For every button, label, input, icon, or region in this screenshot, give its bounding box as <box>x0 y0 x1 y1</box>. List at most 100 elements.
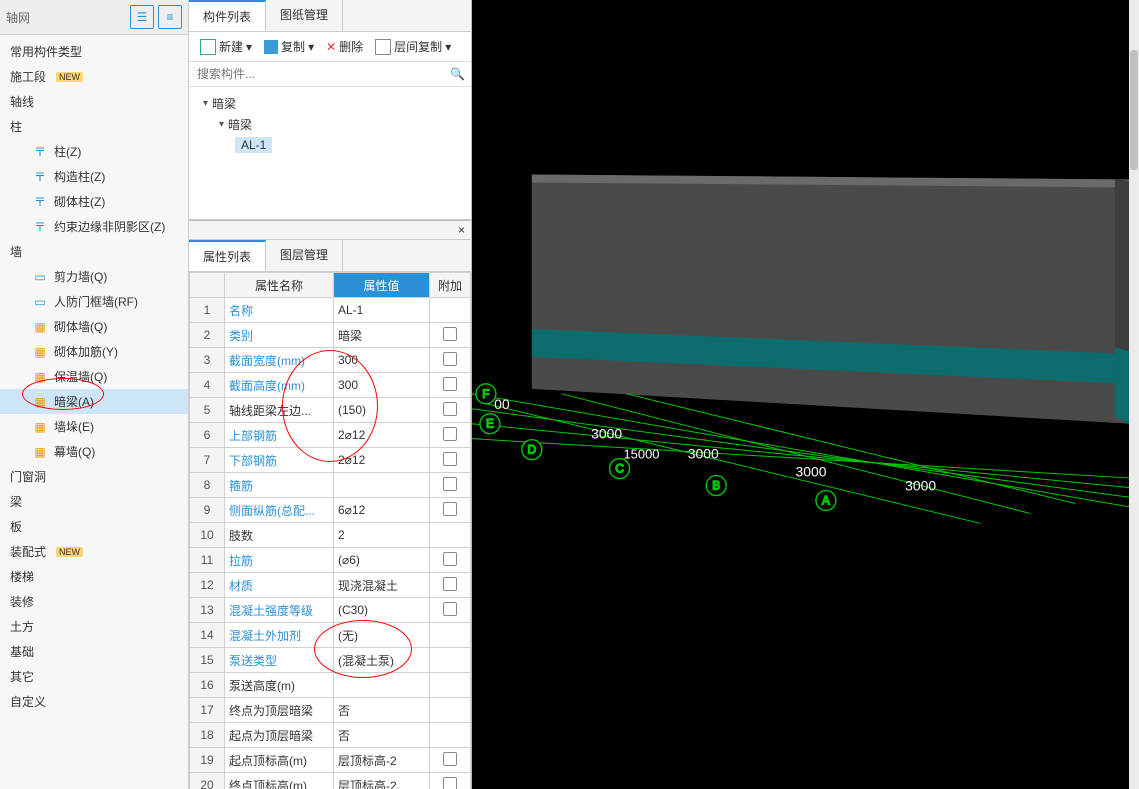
property-value[interactable]: 6⌀12 <box>334 498 430 523</box>
nav-item[interactable]: ▦墙垛(E) <box>0 414 188 439</box>
property-name[interactable]: 箍筋 <box>225 473 334 498</box>
property-value[interactable]: 否 <box>334 698 430 723</box>
property-name[interactable]: 终点为顶层暗梁 <box>225 698 334 723</box>
property-value[interactable]: (无) <box>334 623 430 648</box>
3d-viewport[interactable]: A B C D E F 3000 3000 3000 3000 15000 00 <box>472 0 1139 789</box>
nav-item[interactable]: 柱 <box>0 114 188 139</box>
svg-text:3000: 3000 <box>795 464 826 480</box>
property-value[interactable]: 2⌀12 <box>334 448 430 473</box>
property-name[interactable]: 起点顶标高(m) <box>225 748 334 773</box>
nav-item[interactable]: 轴线 <box>0 89 188 114</box>
nav-item[interactable]: 门窗洞 <box>0 464 188 489</box>
tree-view-icon[interactable]: ≡ <box>158 5 182 29</box>
checkbox[interactable] <box>443 602 457 616</box>
property-name[interactable]: 泵送类型 <box>225 648 334 673</box>
nav-item[interactable]: 施工段NEW <box>0 64 188 89</box>
nav-item[interactable]: 基础 <box>0 639 188 664</box>
property-name[interactable]: 混凝土外加剂 <box>225 623 334 648</box>
checkbox[interactable] <box>443 477 457 491</box>
property-name[interactable]: 名称 <box>225 298 334 323</box>
tree-leaf-selected[interactable]: AL-1 <box>235 137 272 153</box>
checkbox[interactable] <box>443 777 457 789</box>
property-value[interactable]: 现浇混凝土 <box>334 573 430 598</box>
property-name[interactable]: 肢数 <box>225 523 334 548</box>
property-name[interactable]: 混凝土强度等级 <box>225 598 334 623</box>
viewport-scrollbar[interactable] <box>1129 0 1139 789</box>
property-name[interactable]: 下部钢筋 <box>225 448 334 473</box>
tab-layer-mgmt[interactable]: 图层管理 <box>266 240 343 271</box>
close-icon[interactable]: × <box>452 221 471 239</box>
nav-item[interactable]: ▦砌体加筋(Y) <box>0 339 188 364</box>
property-value[interactable]: 2⌀12 <box>334 423 430 448</box>
property-value[interactable]: (⌀6) <box>334 548 430 573</box>
property-name[interactable]: 起点为顶层暗梁 <box>225 723 334 748</box>
search-icon[interactable]: 🔍 <box>450 67 465 81</box>
property-name[interactable]: 拉筋 <box>225 548 334 573</box>
checkbox[interactable] <box>443 552 457 566</box>
nav-item[interactable]: 装修 <box>0 589 188 614</box>
property-value[interactable]: AL-1 <box>334 298 430 323</box>
checkbox[interactable] <box>443 352 457 366</box>
property-value[interactable]: (混凝土泵) <box>334 648 430 673</box>
property-value[interactable]: 300 <box>334 348 430 373</box>
nav-item[interactable]: ▦砌体墙(Q) <box>0 314 188 339</box>
nav-item[interactable]: 楼梯 <box>0 564 188 589</box>
property-value[interactable]: 否 <box>334 723 430 748</box>
tab-properties[interactable]: 属性列表 <box>189 240 266 271</box>
nav-item[interactable]: 土方 <box>0 614 188 639</box>
property-name[interactable]: 材质 <box>225 573 334 598</box>
checkbox[interactable] <box>443 327 457 341</box>
property-name[interactable]: 截面宽度(mm) <box>225 348 334 373</box>
delete-button[interactable]: ✕删除 <box>321 36 368 57</box>
property-value[interactable]: (C30) <box>334 598 430 623</box>
tab-component-list[interactable]: 构件列表 <box>189 0 266 31</box>
property-value[interactable]: 层顶标高-2 <box>334 773 430 789</box>
property-value[interactable] <box>334 473 430 498</box>
nav-item[interactable]: ▭剪力墙(Q) <box>0 264 188 289</box>
new-button[interactable]: 新建 ▾ <box>195 36 257 57</box>
tree-group[interactable]: ▾暗梁 <box>203 114 471 135</box>
or-icon: ▦ <box>32 419 48 435</box>
nav-item[interactable]: 自定义 <box>0 689 188 714</box>
nav-item[interactable]: 墙 <box>0 239 188 264</box>
checkbox[interactable] <box>443 577 457 591</box>
checkbox[interactable] <box>443 402 457 416</box>
property-value[interactable]: 暗梁 <box>334 323 430 348</box>
property-name[interactable]: 终点顶标高(m) <box>225 773 334 789</box>
property-name[interactable]: 上部钢筋 <box>225 423 334 448</box>
property-name[interactable]: 类别 <box>225 323 334 348</box>
nav-item[interactable]: 梁 <box>0 489 188 514</box>
checkbox[interactable] <box>443 502 457 516</box>
nav-item[interactable]: 装配式NEW <box>0 539 188 564</box>
nav-item[interactable]: 〒约束边缘非阴影区(Z) <box>0 214 188 239</box>
property-name[interactable]: 泵送高度(m) <box>225 673 334 698</box>
nav-item[interactable]: 〒砌体柱(Z) <box>0 189 188 214</box>
nav-item[interactable]: 其它 <box>0 664 188 689</box>
property-value[interactable]: 2 <box>334 523 430 548</box>
tree-root[interactable]: ▾暗梁 <box>203 93 471 114</box>
checkbox[interactable] <box>443 452 457 466</box>
property-value[interactable] <box>334 673 430 698</box>
checkbox[interactable] <box>443 752 457 766</box>
property-value[interactable]: 层顶标高-2 <box>334 748 430 773</box>
property-name[interactable]: 轴线距梁左边... <box>225 398 334 423</box>
floor-copy-button[interactable]: 层间复制 ▾ <box>370 36 456 57</box>
search-input[interactable] <box>189 62 471 86</box>
nav-item[interactable]: 〒构造柱(Z) <box>0 164 188 189</box>
nav-item[interactable]: 板 <box>0 514 188 539</box>
checkbox[interactable] <box>443 427 457 441</box>
property-value[interactable]: (150) <box>334 398 430 423</box>
copy-button[interactable]: 复制 ▾ <box>259 36 319 57</box>
nav-item[interactable]: 常用构件类型 <box>0 39 188 64</box>
nav-item[interactable]: ▭人防门框墙(RF) <box>0 289 188 314</box>
nav-item[interactable]: 〒柱(Z) <box>0 139 188 164</box>
property-name[interactable]: 侧面纵筋(总配... <box>225 498 334 523</box>
nav-item[interactable]: ▦幕墙(Q) <box>0 439 188 464</box>
list-view-icon[interactable]: ☰ <box>130 5 154 29</box>
property-name[interactable]: 截面高度(mm) <box>225 373 334 398</box>
tab-drawing-mgmt[interactable]: 图纸管理 <box>266 0 343 31</box>
nav-item[interactable]: ▦暗梁(A) <box>0 389 188 414</box>
checkbox[interactable] <box>443 377 457 391</box>
nav-item[interactable]: ▦保温墙(Q) <box>0 364 188 389</box>
property-value[interactable]: 300 <box>334 373 430 398</box>
